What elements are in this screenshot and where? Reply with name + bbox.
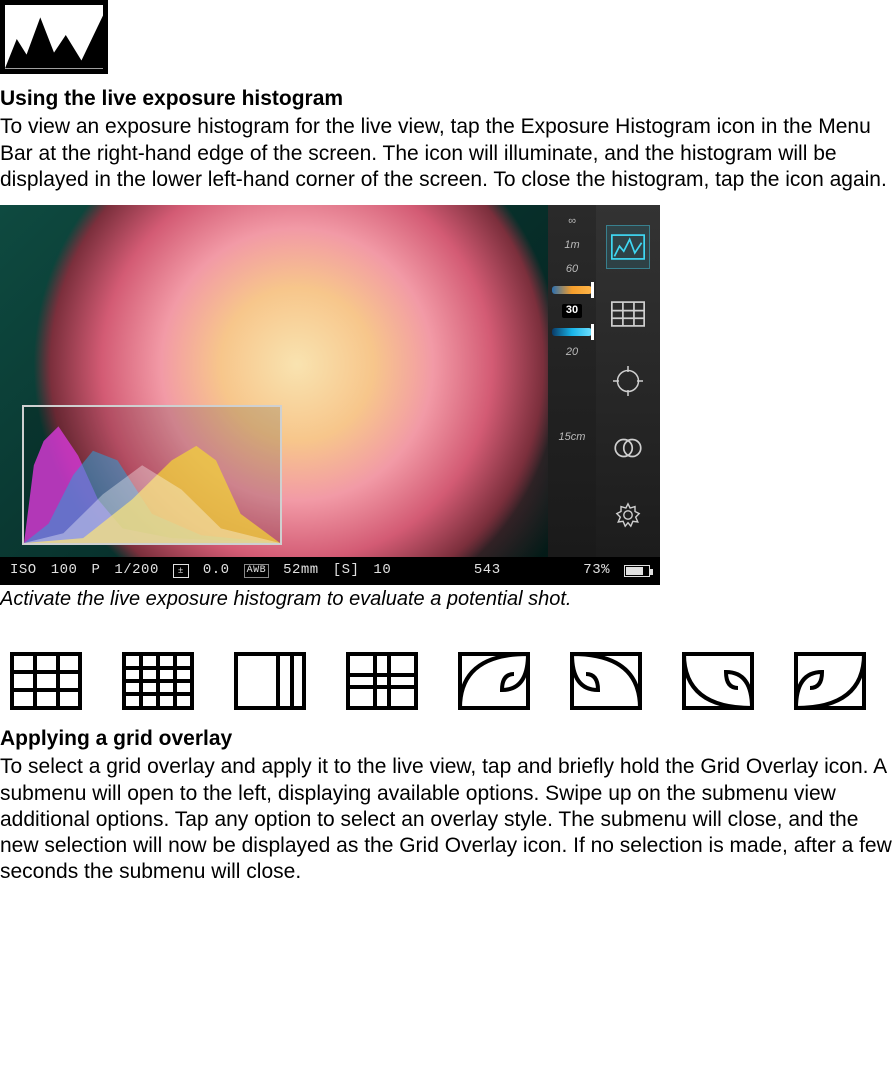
focus-tick-60: 60 xyxy=(566,263,578,277)
status-battery-pct: 73% xyxy=(583,562,610,580)
grid-icon xyxy=(611,301,645,327)
focus-ring-icon xyxy=(613,366,643,396)
golden-spiral-tr-icon xyxy=(794,652,866,710)
status-awb: AWB xyxy=(244,564,270,579)
phi-grid-icon xyxy=(346,652,418,710)
menubar-focus-button[interactable] xyxy=(606,359,650,403)
status-count1: 10 xyxy=(373,562,391,580)
status-shutter: 1/200 xyxy=(114,562,159,580)
grid-3x3-icon xyxy=(10,652,82,710)
liveview-menubar xyxy=(596,205,660,557)
golden-spiral-br-icon xyxy=(570,652,642,710)
status-iso-value: 100 xyxy=(51,562,78,580)
focus-tick-1m: 1m xyxy=(564,239,579,253)
grid-overlay-icon-row xyxy=(10,652,895,710)
status-count2: 543 xyxy=(474,562,501,580)
focus-tick-inf: ∞ xyxy=(568,215,576,229)
menubar-histogram-button[interactable] xyxy=(606,225,650,269)
golden-spiral-bl-icon xyxy=(458,652,530,710)
status-ev: 0.0 xyxy=(203,562,230,580)
status-mode: P xyxy=(91,562,100,580)
grid-4x4-icon xyxy=(122,652,194,710)
status-focal: 52mm xyxy=(283,562,319,580)
menubar-overlap-button[interactable] xyxy=(606,426,650,470)
histogram-section: Using the live exposure histogram To vie… xyxy=(0,86,895,193)
histogram-overlay xyxy=(22,405,282,545)
liveview-statusbar: ISO 100 P 1/200 ± 0.0 AWB 52mm [S] 10 54… xyxy=(0,557,660,585)
grid-body: To select a grid overlay and apply it to… xyxy=(0,754,895,885)
focus-marker-orange xyxy=(552,286,592,294)
histogram-body: To view an exposure histogram for the li… xyxy=(0,114,895,193)
histogram-heading-icon xyxy=(0,0,108,74)
menubar-grid-button[interactable] xyxy=(606,292,650,336)
focus-tick-30: 30 xyxy=(562,304,582,318)
liveview-caption: Activate the live exposure histogram to … xyxy=(0,587,895,612)
battery-icon xyxy=(624,565,650,577)
histogram-heading: Using the live exposure histogram xyxy=(0,86,895,112)
focus-marker-blue xyxy=(552,328,592,336)
liveview-screenshot: ∞ 1m 60 30 20 15cm xyxy=(0,205,660,585)
exposure-comp-icon: ± xyxy=(173,564,189,578)
gear-icon xyxy=(614,501,642,529)
status-sbracket: [S] xyxy=(333,562,360,580)
golden-spiral-tl-icon xyxy=(682,652,754,710)
histogram-icon xyxy=(611,234,645,260)
focus-tick-15cm: 15cm xyxy=(559,431,586,445)
grid-overlay-section: Applying a grid overlay To select a grid… xyxy=(0,726,895,886)
menubar-settings-button[interactable] xyxy=(606,493,650,537)
golden-ratio-rect-icon xyxy=(234,652,306,710)
grid-heading: Applying a grid overlay xyxy=(0,726,895,752)
overlap-circles-icon xyxy=(611,435,645,461)
status-iso-label: ISO xyxy=(10,562,37,580)
focus-tick-20: 20 xyxy=(566,346,578,360)
focus-distance-scale: ∞ 1m 60 30 20 15cm xyxy=(548,205,596,557)
